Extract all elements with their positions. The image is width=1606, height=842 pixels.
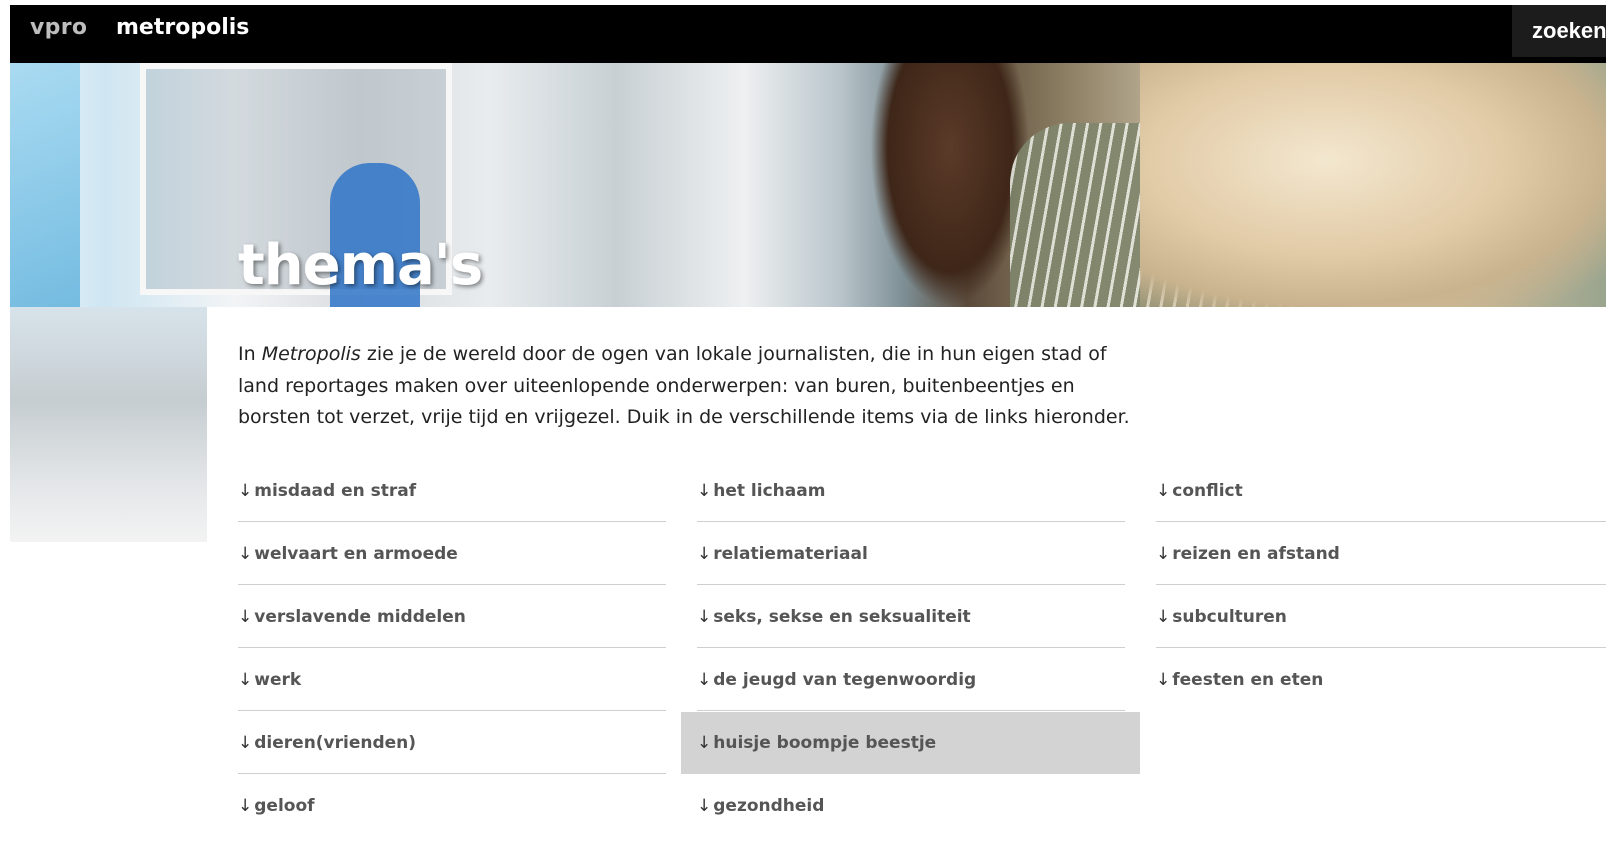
arrow-down-icon: ↓	[697, 670, 712, 690]
top-navigation: vpro metropolis zoeken	[10, 5, 1606, 63]
theme-link-misdaad-en-straf[interactable]: ↓ misdaad en straf	[238, 460, 666, 522]
search-button[interactable]: zoeken	[1512, 5, 1606, 57]
arrow-down-icon: ↓	[1156, 544, 1171, 564]
theme-label: de jeugd van tegenwoordig	[713, 670, 977, 690]
arrow-down-icon: ↓	[697, 481, 712, 501]
theme-link-reizen-en-afstand[interactable]: ↓ reizen en afstand	[1156, 523, 1606, 585]
hero-photo-detail	[870, 63, 1030, 307]
theme-label: verslavende middelen	[254, 607, 466, 627]
arrow-down-icon: ↓	[697, 796, 712, 816]
theme-link-geloof[interactable]: ↓ geloof	[238, 775, 666, 837]
arrow-down-icon: ↓	[1156, 481, 1171, 501]
theme-label: seks, sekse en seksualiteit	[713, 607, 971, 627]
intro-program-name: Metropolis	[261, 343, 361, 365]
theme-link-de-jeugd-van-tegenwoordig[interactable]: ↓ de jeugd van tegenwoordig	[697, 649, 1125, 711]
theme-label: misdaad en straf	[254, 481, 417, 501]
page-title: thema's	[238, 233, 483, 298]
theme-label: werk	[254, 670, 302, 690]
theme-label: geloof	[254, 796, 315, 816]
theme-label: reizen en afstand	[1172, 544, 1340, 564]
theme-label: het lichaam	[713, 481, 826, 501]
theme-link-relatiemateriaal[interactable]: ↓ relatiemateriaal	[697, 523, 1125, 585]
theme-label: dieren(vrienden)	[254, 733, 417, 753]
arrow-down-icon: ↓	[697, 544, 712, 564]
arrow-down-icon: ↓	[1156, 607, 1171, 627]
theme-link-welvaart-en-armoede[interactable]: ↓ welvaart en armoede	[238, 523, 666, 585]
theme-label: subculturen	[1172, 607, 1287, 627]
arrow-down-icon: ↓	[238, 481, 253, 501]
hero-image-extension	[10, 307, 207, 542]
theme-link-subculturen[interactable]: ↓ subculturen	[1156, 586, 1606, 648]
intro-text: In Metropolis zie je de wereld door de o…	[238, 339, 1138, 434]
theme-link-werk[interactable]: ↓ werk	[238, 649, 666, 711]
metropolis-home-link[interactable]: metropolis	[116, 15, 249, 40]
theme-link-dieren-vrienden[interactable]: ↓ dieren(vrienden)	[238, 712, 666, 774]
arrow-down-icon: ↓	[697, 607, 712, 627]
hero-photo-detail	[1140, 63, 1606, 307]
theme-label: gezondheid	[713, 796, 825, 816]
intro-before: In	[238, 343, 262, 365]
browser-viewport: vpro metropolis zoeken thema's In Metrop…	[10, 5, 1606, 842]
arrow-down-icon: ↓	[1156, 670, 1171, 690]
intro-after: zie je de wereld door de ogen van lokale…	[238, 343, 1130, 428]
theme-label: huisje boompje beestje	[713, 733, 937, 753]
hero-photo-detail	[10, 63, 80, 307]
vpro-logo-link[interactable]: vpro	[30, 15, 87, 40]
main-content: In Metropolis zie je de wereld door de o…	[207, 307, 1606, 842]
arrow-down-icon: ↓	[238, 733, 253, 753]
arrow-down-icon: ↓	[697, 733, 712, 753]
theme-label: conflict	[1172, 481, 1243, 501]
theme-label: feesten en eten	[1172, 670, 1324, 690]
arrow-down-icon: ↓	[238, 607, 253, 627]
arrow-down-icon: ↓	[238, 796, 253, 816]
theme-link-seks-sekse-en-seksualiteit[interactable]: ↓ seks, sekse en seksualiteit	[697, 586, 1125, 648]
arrow-down-icon: ↓	[238, 670, 253, 690]
theme-label: welvaart en armoede	[254, 544, 458, 564]
theme-link-gezondheid[interactable]: ↓ gezondheid	[697, 775, 1125, 837]
theme-link-het-lichaam[interactable]: ↓ het lichaam	[697, 460, 1125, 522]
theme-link-verslavende-middelen[interactable]: ↓ verslavende middelen	[238, 586, 666, 648]
theme-link-huisje-boompje-beestje[interactable]: ↓ huisje boompje beestje	[681, 712, 1140, 774]
theme-link-conflict[interactable]: ↓ conflict	[1156, 460, 1606, 522]
theme-link-feesten-en-eten[interactable]: ↓ feesten en eten	[1156, 649, 1606, 711]
arrow-down-icon: ↓	[238, 544, 253, 564]
theme-label: relatiemateriaal	[713, 544, 868, 564]
